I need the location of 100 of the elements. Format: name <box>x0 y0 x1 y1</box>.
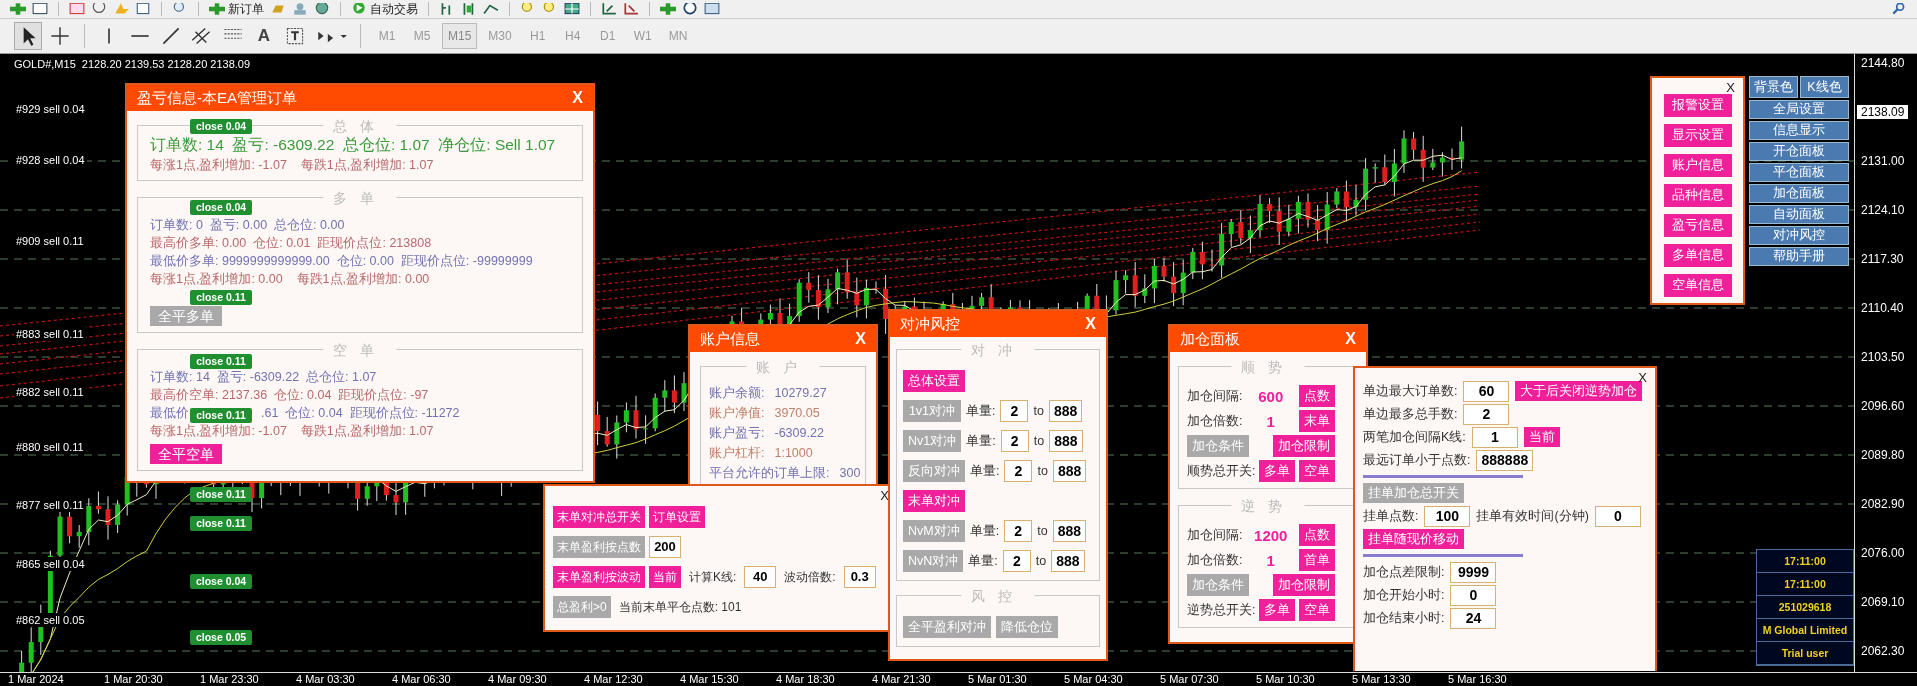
side-menu-button[interactable]: 全局设置 <box>1749 100 1849 119</box>
panel-button[interactable]: 末单对冲总开关 <box>553 506 645 528</box>
menu-button[interactable]: 多单信息 <box>1663 244 1732 267</box>
plus-icon[interactable] <box>660 3 676 15</box>
panel-button[interactable]: 大于后关闭逆势加仓 <box>1515 381 1643 401</box>
new-order-button[interactable]: 新订单 <box>209 2 264 16</box>
input-field[interactable]: 60 <box>1463 380 1510 402</box>
document-icon[interactable] <box>135 3 151 15</box>
close-button[interactable]: X <box>853 330 868 348</box>
panel-button[interactable]: 加仓条件 <box>1187 574 1249 596</box>
panel-button[interactable]: 末单 <box>1299 410 1335 432</box>
panel-button[interactable]: 总盈利>0 <box>553 596 611 618</box>
close-button[interactable]: X <box>1724 81 1737 95</box>
close-button[interactable]: X <box>1343 330 1358 348</box>
panel-button[interactable]: 加仓条件 <box>1187 435 1249 457</box>
menu-button[interactable]: 空单信息 <box>1663 274 1732 297</box>
panel-button[interactable]: 1v1对冲 <box>903 400 961 422</box>
input-field[interactable]: 2 <box>1004 460 1033 482</box>
menu-button[interactable]: 账户信息 <box>1663 154 1732 177</box>
chart-icon[interactable] <box>69 3 85 15</box>
color-button[interactable]: 背景色 <box>1749 76 1798 98</box>
panel-button[interactable]: 全平盈利对冲 <box>903 616 991 638</box>
timeframe-button[interactable]: H1 <box>522 23 553 49</box>
auto-trading-button[interactable]: 自动交易 <box>351 2 418 16</box>
panel-button[interactable]: 末单盈利按点数 <box>553 536 645 558</box>
window-icon[interactable] <box>32 3 48 15</box>
panel-button[interactable]: Nv1对冲 <box>903 430 962 452</box>
panel-button[interactable]: 降低仓位 <box>996 616 1058 638</box>
input-field[interactable]: 888 <box>1052 520 1086 542</box>
input-field[interactable]: 9999 <box>1450 561 1497 583</box>
cursor-icon[interactable] <box>14 22 42 50</box>
panel-button[interactable]: 首单 <box>1299 549 1335 571</box>
panel-button[interactable]: 点数 <box>1299 524 1335 546</box>
input-field[interactable]: 0 <box>1594 505 1641 527</box>
panel-button[interactable]: 末单盈利按波动 <box>553 566 645 588</box>
input-field[interactable]: 888 <box>1048 400 1083 422</box>
panel-button[interactable]: 挂单加仓总开关 <box>1363 483 1464 503</box>
input-field[interactable]: 24 <box>1450 607 1497 629</box>
panel-button[interactable]: 挂单随现价移动 <box>1363 529 1464 549</box>
menu-button[interactable]: 报警设置 <box>1663 94 1732 117</box>
timeframe-button[interactable]: M30 <box>482 23 518 49</box>
menu-button[interactable]: 品种信息 <box>1663 184 1732 207</box>
grid-icon[interactable] <box>564 3 580 15</box>
input-field[interactable]: 888 <box>1052 460 1087 482</box>
picture-icon[interactable] <box>704 3 720 15</box>
close-all-button[interactable]: 全平多单 <box>150 306 222 326</box>
panel-button[interactable]: 点数 <box>1299 385 1335 407</box>
timeframe-button[interactable]: M1 <box>372 23 402 49</box>
close-button[interactable]: X <box>570 89 585 107</box>
input-field[interactable]: 1 <box>1471 426 1518 448</box>
panel-button[interactable]: 加仓限制 <box>1273 574 1335 596</box>
timeframe-button[interactable]: W1 <box>627 23 658 49</box>
text-tool[interactable]: A <box>251 26 277 46</box>
close-button[interactable]: X <box>1083 315 1098 333</box>
panel-button[interactable]: 空单 <box>1299 599 1336 621</box>
side-menu-button[interactable]: 帮助手册 <box>1749 247 1849 266</box>
side-menu-button[interactable]: 开仓面板 <box>1749 142 1849 161</box>
input-field[interactable]: 100 <box>1424 505 1471 527</box>
side-menu-button[interactable]: 加仓面板 <box>1749 184 1849 203</box>
panel-button[interactable]: 加仓限制 <box>1273 435 1335 457</box>
timeframe-button[interactable]: D1 <box>592 23 623 49</box>
timeframe-button[interactable]: M15 <box>442 23 478 49</box>
side-menu-button[interactable]: 平仓面板 <box>1749 163 1849 182</box>
input-field[interactable]: 2 <box>1000 400 1029 422</box>
line-chart-icon[interactable] <box>483 3 499 15</box>
input-field[interactable]: 888888 <box>1476 449 1534 471</box>
plus-icon[interactable] <box>10 3 26 15</box>
input-field[interactable]: 0 <box>1450 584 1497 606</box>
search-icon[interactable] <box>1891 3 1907 15</box>
input-field[interactable]: 2 <box>1002 550 1031 572</box>
panel-button[interactable]: 反向对冲 <box>903 460 965 482</box>
close-button[interactable]: X <box>878 489 891 503</box>
side-menu-button[interactable]: 自动面板 <box>1749 205 1849 224</box>
chart-shift-icon[interactable] <box>601 3 617 15</box>
menu-button[interactable]: 显示设置 <box>1663 124 1732 147</box>
panel-button[interactable]: 空单 <box>1299 460 1336 482</box>
color-button[interactable]: K线色 <box>1800 76 1849 98</box>
panel-button[interactable]: 多单 <box>1259 460 1296 482</box>
input-field[interactable]: 2 <box>1004 520 1033 542</box>
panel-button[interactable]: NvM对冲 <box>903 520 965 542</box>
input-field[interactable]: 0.3 <box>843 566 876 588</box>
panel-button[interactable]: 多单 <box>1259 599 1296 621</box>
panel-button[interactable]: 当前 <box>1523 427 1560 447</box>
timeframe-button[interactable]: M5 <box>407 23 437 49</box>
input-field[interactable]: 40 <box>744 566 777 588</box>
panel-button[interactable]: 订单设置 <box>649 506 705 528</box>
close-all-button[interactable]: 全平空单 <box>150 444 222 464</box>
input-field[interactable]: 888 <box>1049 430 1083 452</box>
panel-button[interactable]: NvN对冲 <box>903 550 964 572</box>
side-menu-button[interactable]: 对冲风控 <box>1749 226 1849 245</box>
input-field[interactable]: 200 <box>649 536 681 558</box>
input-field[interactable]: 2 <box>1463 403 1510 425</box>
timeframe-button[interactable]: MN <box>662 23 694 49</box>
timeframe-button[interactable]: H4 <box>557 23 588 49</box>
panel-button[interactable]: 总体设置 <box>903 370 965 392</box>
autoscroll-icon[interactable] <box>623 3 639 15</box>
side-menu-button[interactable]: 信息显示 <box>1749 121 1849 140</box>
menu-button[interactable]: 盈亏信息 <box>1663 214 1732 237</box>
input-field[interactable]: 888 <box>1051 550 1085 572</box>
panel-button[interactable]: 末单对冲 <box>903 490 965 512</box>
